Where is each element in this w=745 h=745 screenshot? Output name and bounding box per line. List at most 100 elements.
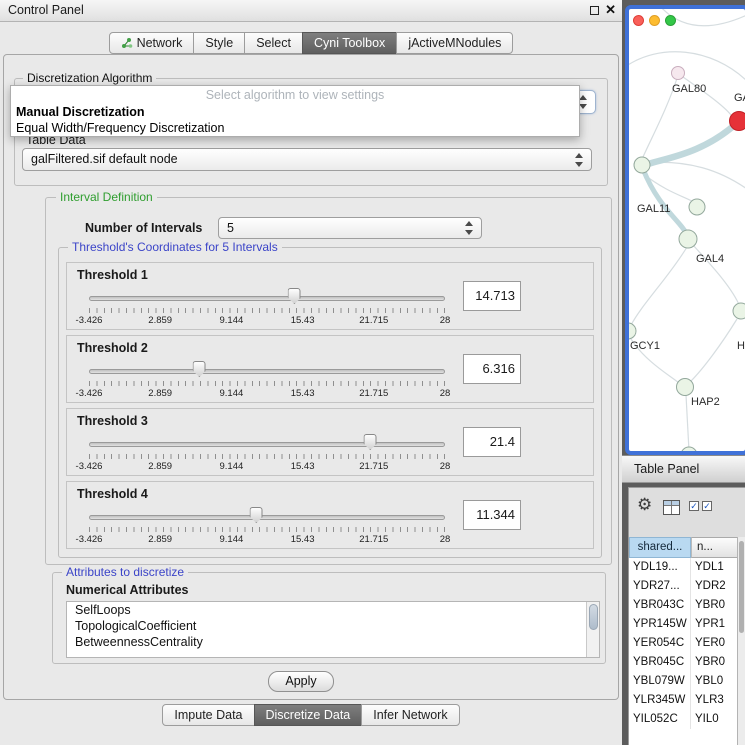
scrollbar-thumb[interactable]	[589, 604, 598, 630]
columns-icon[interactable]	[663, 500, 680, 515]
close-icon[interactable]: ✕	[605, 2, 616, 18]
tab-label: jActiveMNodules	[408, 36, 501, 50]
selected-red-node[interactable]	[730, 112, 745, 131]
control-panel-titlebar: Control Panel ✕	[0, 0, 622, 22]
table-row[interactable]: YBR043CYBR0	[629, 596, 738, 615]
algorithm-option-equal-width-frequency[interactable]: Equal Width/Frequency Discretization	[16, 121, 224, 135]
stepper-icon	[465, 221, 474, 235]
node-label: GAL80	[672, 83, 706, 95]
tab-infer-network[interactable]: Infer Network	[361, 704, 459, 726]
mac-close-button[interactable]	[633, 15, 644, 26]
algorithm-dropdown-popup: Select algorithm to view settings Manual…	[10, 85, 580, 137]
tick-label: 21.715	[359, 388, 388, 399]
table-row[interactable]: YDR27...YDR2	[629, 577, 738, 596]
tab-style[interactable]: Style	[193, 32, 245, 54]
table-data-select[interactable]: galFiltered.sif default node	[22, 148, 592, 171]
network-node[interactable]	[672, 67, 685, 80]
threshold-label: Threshold 2	[77, 341, 148, 355]
tab-label: Network	[137, 36, 183, 50]
numerical-attributes-list: SelfLoops TopologicalCoefficient Between…	[66, 601, 600, 658]
table-row[interactable]: YPR145WYPR1	[629, 615, 738, 634]
scrollbar-thumb[interactable]	[739, 541, 744, 633]
bottom-tab-bar: Impute Data Discretize Data Infer Networ…	[0, 704, 622, 726]
number-of-intervals-select[interactable]: 5	[218, 217, 482, 239]
node-label: GA	[734, 92, 745, 104]
checkbox-icon[interactable]: ✓	[689, 501, 699, 511]
tab-jactivemodules[interactable]: jActiveMNodules	[396, 32, 513, 54]
network-node[interactable]	[629, 323, 636, 339]
slider-thumb[interactable]	[250, 507, 263, 523]
table-row[interactable]: YDL19...YDL1	[629, 558, 738, 577]
node-label: GAL11	[637, 203, 670, 215]
threshold-value-field[interactable]: 6.316	[463, 354, 521, 384]
table-row[interactable]: YBL079WYBL0	[629, 672, 738, 691]
node-label: GAL4	[696, 253, 724, 265]
tab-network[interactable]: Network	[109, 32, 195, 54]
list-item[interactable]: BetweennessCentrality	[67, 634, 599, 650]
slider-ticks	[89, 308, 445, 313]
network-node[interactable]	[733, 303, 745, 319]
threshold-value-field[interactable]: 14.713	[463, 281, 521, 311]
column-header-shared-name[interactable]: shared...	[629, 537, 691, 558]
gear-icon[interactable]: ⚙	[637, 496, 652, 513]
list-item[interactable]: TopologicalCoefficient	[67, 618, 599, 634]
slider-scale: -3.426 2.859 9.144 15.43 21.715 28	[89, 534, 445, 546]
table-scrollbar[interactable]	[737, 537, 745, 745]
tick-label: 15.43	[291, 315, 315, 326]
tick-label: 28	[440, 534, 451, 545]
cell: YDL1	[691, 558, 738, 577]
mac-zoom-button[interactable]	[665, 15, 676, 26]
tab-discretize-data[interactable]: Discretize Data	[254, 704, 363, 726]
network-node[interactable]	[681, 447, 697, 451]
cell: YBR0	[691, 653, 738, 672]
float-window-icon[interactable]	[590, 6, 599, 15]
network-node[interactable]	[634, 157, 650, 173]
table-row[interactable]: YBR045CYBR0	[629, 653, 738, 672]
tick-label: 15.43	[291, 534, 315, 545]
group-title: Interval Definition	[56, 190, 157, 204]
slider-track[interactable]	[89, 369, 445, 374]
checkbox-icon[interactable]: ✓	[702, 501, 712, 511]
table-row[interactable]: YER054CYER0	[629, 634, 738, 653]
tick-label: 9.144	[220, 534, 244, 545]
tab-cyni-toolbox[interactable]: Cyni Toolbox	[302, 32, 397, 54]
network-graph[interactable]: GAL80 GA GAL11 GAL4 GCY1 HAP2 H	[629, 9, 745, 451]
tick-label: 2.859	[148, 315, 172, 326]
number-of-intervals-label: Number of Intervals	[85, 221, 202, 235]
slider-thumb[interactable]	[193, 361, 206, 377]
list-scrollbar[interactable]	[586, 602, 599, 657]
tick-label: 21.715	[359, 461, 388, 472]
table-window: ⚙ ✓ ✓ shared... n... YDL19...YDL1 YDR27.…	[628, 487, 745, 745]
table-row[interactable]: YLR345WYLR3	[629, 691, 738, 710]
tab-select[interactable]: Select	[244, 32, 303, 54]
threshold-value-field[interactable]: 11.344	[463, 500, 521, 530]
tick-label: -3.426	[76, 315, 103, 326]
slider-ticks	[89, 527, 445, 532]
slider-thumb[interactable]	[288, 288, 301, 304]
threshold-2-panel: Threshold 2 -3.426 2.859 9.144 15.43 21.…	[66, 335, 594, 403]
node-label: GCY1	[630, 340, 660, 352]
cell: YDL19...	[629, 558, 691, 577]
tab-impute-data[interactable]: Impute Data	[162, 704, 254, 726]
slider-thumb[interactable]	[364, 434, 377, 450]
tick-label: 2.859	[148, 534, 172, 545]
algorithm-option-manual-discretization[interactable]: Manual Discretization	[16, 105, 145, 119]
threshold-3-panel: Threshold 3 -3.426 2.859 9.144 15.43 21.…	[66, 408, 594, 476]
network-node[interactable]	[679, 230, 697, 248]
mac-minimize-button[interactable]	[649, 15, 660, 26]
apply-button[interactable]: Apply	[268, 671, 334, 692]
network-node[interactable]	[689, 199, 705, 215]
cell: YBR045C	[629, 653, 691, 672]
cell: YDR27...	[629, 577, 691, 596]
table-body: YDL19...YDL1 YDR27...YDR2 YBR043CYBR0 YP…	[629, 558, 738, 745]
threshold-value-field[interactable]: 21.4	[463, 427, 521, 457]
network-node[interactable]	[677, 379, 694, 396]
slider-track[interactable]	[89, 515, 445, 520]
tick-label: 28	[440, 388, 451, 399]
slider-track[interactable]	[89, 442, 445, 447]
table-row[interactable]: YIL052CYIL0	[629, 710, 738, 729]
list-item[interactable]: SelfLoops	[67, 602, 599, 618]
slider-track[interactable]	[89, 296, 445, 301]
column-header-name[interactable]: n...	[691, 537, 738, 558]
tick-label: -3.426	[76, 388, 103, 399]
